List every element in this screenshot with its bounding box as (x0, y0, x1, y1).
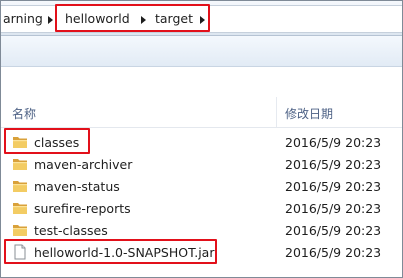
file-date: 2016/5/9 20:23 (285, 179, 382, 194)
file-date: 2016/5/9 20:23 (285, 157, 382, 172)
chevron-right-icon[interactable] (48, 16, 53, 24)
file-name: surefire-reports (34, 201, 131, 216)
column-header: 名称 修改日期 (1, 97, 402, 128)
file-date: 2016/5/9 20:23 (285, 201, 382, 216)
folder-icon (12, 178, 28, 194)
list-item[interactable]: maven-status 2016/5/9 20:23 (1, 176, 402, 197)
address-bar: arning helloworld target (1, 1, 402, 36)
folder-icon (12, 222, 28, 238)
breadcrumb-item-learning[interactable]: arning (3, 11, 43, 26)
explorer-window: arning helloworld target 名称 修改日期 classes… (0, 0, 403, 278)
column-header-modified[interactable]: 修改日期 (285, 105, 333, 122)
jar-highlight-annotation (4, 239, 217, 264)
folder-icon (12, 200, 28, 216)
command-toolbar (1, 36, 402, 67)
classes-highlight-annotation (4, 128, 90, 154)
file-name: test-classes (34, 223, 108, 238)
file-name: maven-status (34, 179, 120, 194)
list-item[interactable]: surefire-reports 2016/5/9 20:23 (1, 198, 402, 219)
address-highlight-annotation (55, 4, 210, 32)
list-item[interactable]: maven-archiver 2016/5/9 20:23 (1, 154, 402, 175)
file-date: 2016/5/9 20:23 (285, 245, 382, 260)
list-item[interactable]: test-classes 2016/5/9 20:23 (1, 220, 402, 241)
file-date: 2016/5/9 20:23 (285, 135, 382, 150)
column-divider[interactable] (276, 97, 277, 127)
file-date: 2016/5/9 20:23 (285, 223, 382, 238)
column-header-name[interactable]: 名称 (12, 105, 36, 122)
file-name: maven-archiver (34, 157, 133, 172)
folder-icon (12, 156, 28, 172)
